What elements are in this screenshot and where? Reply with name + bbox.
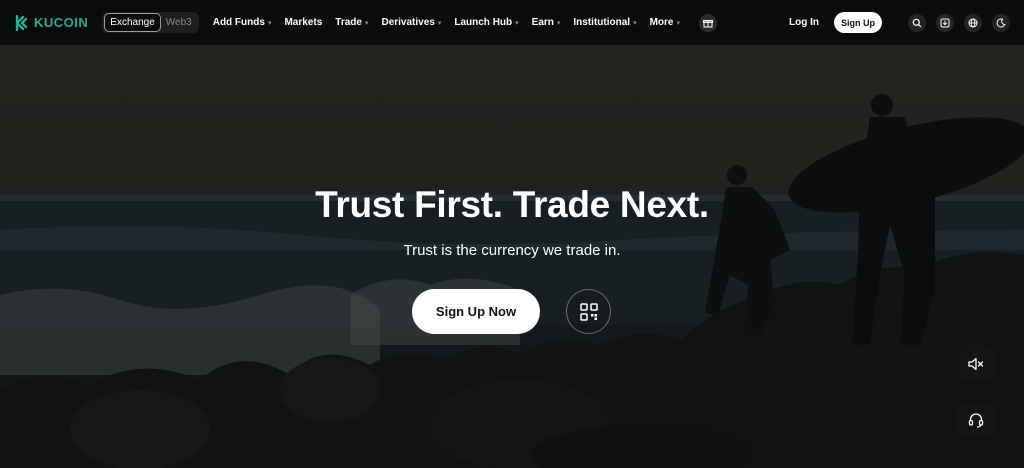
menu-label: Earn [531, 17, 554, 28]
main-menu: Add Funds ▾ Markets Trade ▾ Derivatives ▾ L… [213, 13, 718, 32]
login-link[interactable]: Log In [789, 17, 819, 28]
qr-code-icon[interactable] [566, 289, 611, 334]
signup-now-button[interactable]: Sign Up Now [412, 289, 540, 334]
chevron-down-icon: ▾ [633, 19, 637, 27]
menu-derivatives[interactable]: Derivatives ▾ [381, 17, 441, 28]
menu-label: Institutional [573, 17, 631, 28]
chevron-down-icon: ▾ [437, 19, 442, 27]
chevron-down-icon: ▾ [676, 19, 681, 27]
menu-label: Markets [284, 17, 323, 28]
chevron-down-icon: ▾ [515, 19, 519, 27]
signup-button[interactable]: Sign Up [834, 12, 882, 33]
search-icon[interactable] [908, 13, 926, 32]
kucoin-logo-icon [15, 14, 28, 31]
menu-trade[interactable]: Trade ▾ [335, 17, 368, 28]
web3-tab[interactable]: Web3 [161, 14, 197, 31]
menu-markets[interactable]: Markets [284, 17, 322, 28]
logo-text: KUCOIN [34, 15, 89, 30]
chevron-down-icon: ▾ [364, 19, 369, 27]
hero-subtitle: Trust is the currency we trade in. [403, 242, 621, 259]
gift-icon[interactable] [699, 13, 718, 32]
menu-label: Trade [335, 17, 362, 28]
kucoin-logo[interactable]: KUCOIN [14, 14, 89, 31]
support-headset-icon[interactable] [958, 402, 994, 438]
download-icon[interactable] [936, 13, 954, 32]
chevron-down-icon: ▾ [267, 19, 272, 27]
exchange-tab[interactable]: Exchange [104, 13, 161, 32]
theme-moon-icon[interactable] [992, 13, 1010, 32]
hero-title: Trust First. Trade Next. [315, 184, 709, 225]
globe-icon[interactable] [964, 13, 982, 32]
menu-label: More [649, 17, 674, 28]
menu-institutional[interactable]: Institutional ▾ [573, 17, 636, 28]
menu-earn[interactable]: Earn ▾ [532, 17, 561, 28]
menu-more[interactable]: More ▾ [650, 17, 680, 28]
hero-section: Trust First. Trade Next. Trust is the cu… [0, 45, 1024, 468]
chevron-down-icon: ▾ [556, 19, 561, 27]
menu-label: Derivatives [381, 17, 435, 28]
menu-label: Launch Hub [454, 17, 513, 28]
nav-actions: Log In Sign Up [789, 12, 1010, 33]
menu-add-funds[interactable]: Add Funds ▾ [213, 17, 272, 28]
exchange-web3-toggle: Exchange Web3 [102, 12, 199, 33]
menu-label: Add Funds [212, 17, 265, 28]
sound-muted-icon[interactable] [958, 346, 994, 382]
menu-launch-hub[interactable]: Launch Hub ▾ [454, 17, 518, 28]
top-navigation: KUCOIN Exchange Web3 Add Funds ▾ Markets … [0, 0, 1024, 45]
